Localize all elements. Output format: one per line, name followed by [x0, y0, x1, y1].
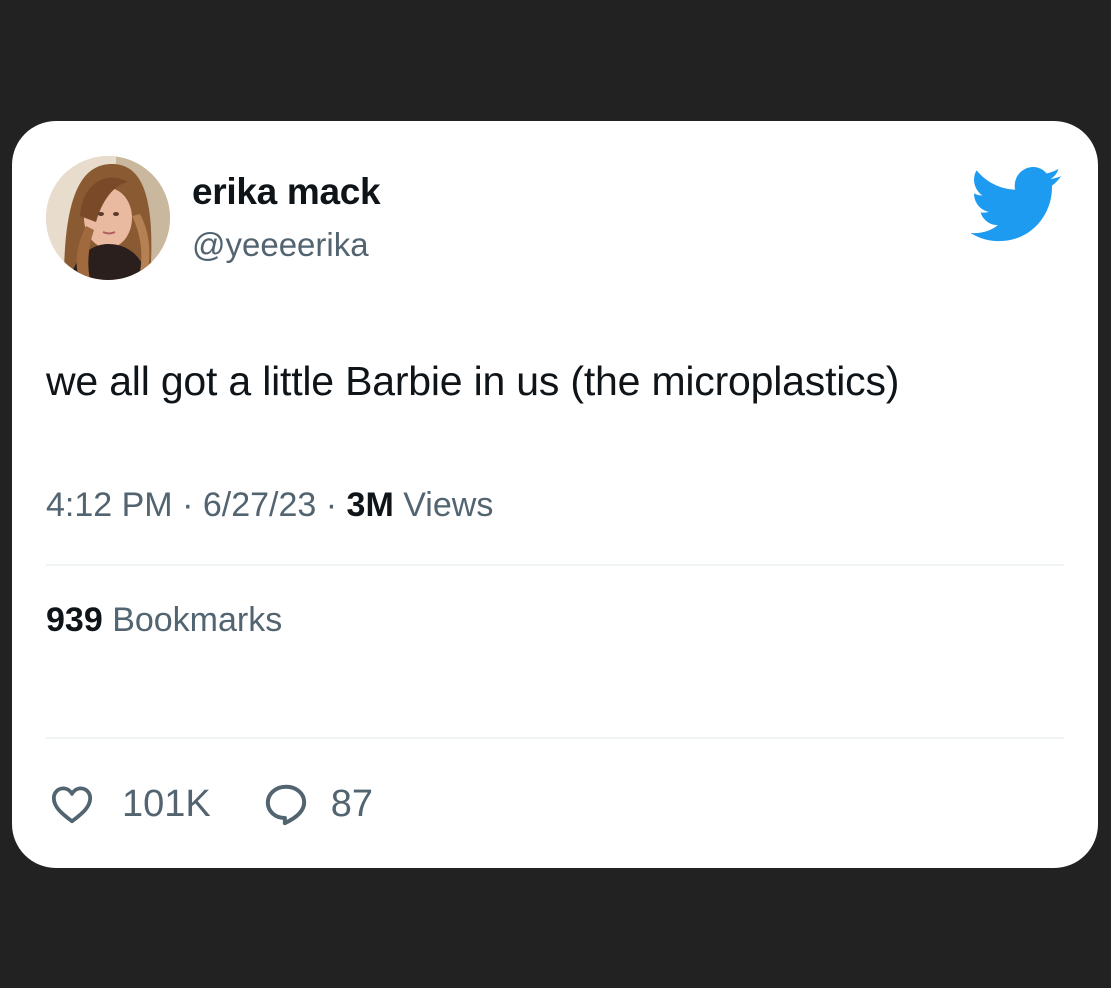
- twitter-bird-icon[interactable]: [971, 167, 1063, 243]
- heart-icon: [51, 786, 93, 824]
- tweet-text: we all got a little Barbie in us (the mi…: [46, 358, 900, 404]
- bookmarks-label: Bookmarks: [112, 601, 283, 639]
- meta-separator: ·: [325, 486, 338, 524]
- like-button[interactable]: 101K: [50, 783, 211, 826]
- meta-separator: ·: [182, 486, 194, 524]
- tweet-meta: 4:12 PM · 6/27/23 · 3M Views: [46, 486, 493, 525]
- divider: [46, 564, 1064, 566]
- bookmarks-stat[interactable]: 939 Bookmarks: [46, 601, 282, 640]
- tweet-date[interactable]: 6/27/23: [203, 486, 316, 524]
- action-bar: 101K 87: [50, 779, 373, 829]
- reply-button[interactable]: 87: [263, 782, 373, 826]
- views-label: Views: [403, 486, 494, 524]
- user-handle[interactable]: @yeeeerika: [192, 226, 369, 264]
- divider: [46, 737, 1064, 739]
- reply-bubble-icon: [265, 784, 306, 826]
- display-name[interactable]: erika mack: [192, 171, 381, 213]
- tweet-card: erika mack @yeeeerika we all got a littl…: [12, 121, 1098, 868]
- views-count: 3M: [346, 486, 394, 524]
- profile-photo: [46, 156, 170, 280]
- bookmarks-count: 939: [46, 601, 103, 639]
- reply-count: 87: [330, 782, 374, 825]
- tweet-time[interactable]: 4:12 PM: [46, 486, 173, 524]
- like-count: 101K: [122, 782, 211, 825]
- avatar[interactable]: [46, 156, 170, 280]
